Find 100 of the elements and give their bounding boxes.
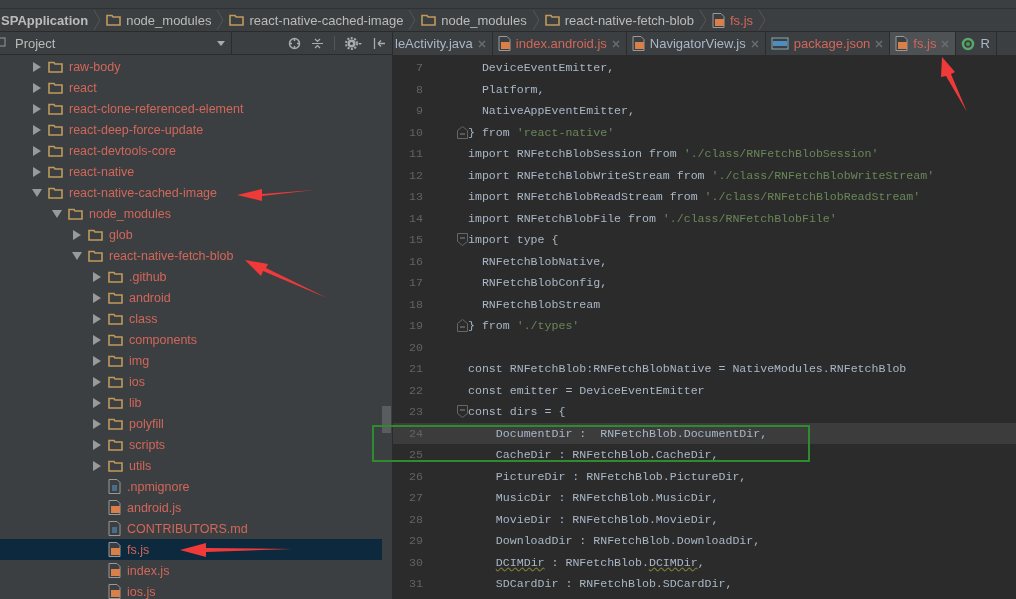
tree-item[interactable]: lib	[0, 392, 382, 413]
tree-item[interactable]: react-native-fetch-blob	[0, 245, 382, 266]
fold-icon[interactable]	[457, 233, 468, 247]
editor-tab[interactable]: fs.js	[890, 32, 957, 55]
editor-tab[interactable]: leActivity.java	[393, 32, 493, 55]
tree-item[interactable]: android.js	[0, 497, 382, 518]
text-file-icon	[108, 479, 121, 494]
folder-icon	[108, 354, 123, 367]
code-line: import RNFetchBlobFile from './class/RNFetchBlobFile'	[468, 211, 837, 225]
tree-item[interactable]: scripts	[0, 434, 382, 455]
tree-item[interactable]: react	[0, 77, 382, 98]
fold-icon[interactable]	[457, 405, 468, 419]
breadcrumb-item[interactable]: fs.js	[730, 12, 754, 28]
collapsed-arrow-icon[interactable]	[92, 397, 102, 408]
collapsed-arrow-icon[interactable]	[92, 292, 102, 303]
tree-item[interactable]: components	[0, 329, 382, 350]
tree-item[interactable]: fs.js	[0, 539, 382, 560]
code-line: DownloadDir : RNFetchBlob.DownloadDir,	[494, 534, 761, 548]
editor-tab[interactable]: R	[956, 32, 997, 55]
line-number: 25	[408, 448, 423, 462]
breadcrumb-item[interactable]: SPApplication	[1, 12, 89, 28]
tree-item[interactable]: react-clone-referenced-element	[0, 98, 382, 119]
folder-icon	[108, 396, 123, 409]
breadcrumb-item[interactable]: node_modules	[126, 12, 212, 28]
tree-item[interactable]: react-devtools-core	[0, 140, 382, 161]
editor-tab[interactable]: index.android.js	[492, 32, 627, 55]
code-line: import RNFetchBlobSession from './class/RNFetchBlobSession'	[468, 147, 879, 161]
tree-item[interactable]: CONTRIBUTORS.md	[0, 518, 382, 539]
breadcrumb-item[interactable]: react-native-cached-image	[249, 12, 404, 28]
tree-item[interactable]: glob	[0, 224, 382, 245]
tree-item[interactable]: raw-body	[0, 56, 382, 77]
collapsed-arrow-icon[interactable]	[92, 439, 102, 450]
code-line: PictureDir : RNFetchBlob.PictureDir,	[494, 469, 747, 483]
code-line: SDCardDir : RNFetchBlob.SDCardDir,	[494, 577, 733, 591]
folder-icon	[108, 291, 123, 304]
collapsed-arrow-icon[interactable]	[92, 355, 102, 366]
folder-icon	[48, 60, 63, 73]
line-number: 12	[408, 168, 423, 182]
tree-item[interactable]: class	[0, 308, 382, 329]
locate-icon[interactable]	[288, 36, 301, 50]
collapsed-arrow-icon[interactable]	[92, 418, 102, 429]
expanded-arrow-icon[interactable]	[32, 187, 42, 198]
tree-item[interactable]: react-native-cached-image	[0, 182, 382, 203]
line-number: 17	[408, 276, 423, 290]
tree-item[interactable]: android	[0, 287, 382, 308]
fold-icon[interactable]	[457, 125, 468, 139]
collapsed-arrow-icon[interactable]	[92, 271, 102, 282]
folder-icon	[108, 333, 123, 346]
code-line: const emitter = DeviceEventEmitter	[468, 383, 705, 397]
tree-item[interactable]: react-deep-force-update	[0, 119, 382, 140]
scrollbar-thumb[interactable]	[382, 406, 391, 433]
collapsed-arrow-icon[interactable]	[92, 460, 102, 471]
folder-icon	[544, 14, 560, 26]
editor-tab[interactable]: NavigatorView.js	[626, 32, 766, 55]
tree-item[interactable]: react-native	[0, 161, 382, 182]
close-icon[interactable]	[611, 39, 620, 48]
collapsed-arrow-icon[interactable]	[92, 334, 102, 345]
run-config-icon	[961, 36, 976, 51]
close-icon[interactable]	[477, 39, 486, 48]
hide-panel-icon[interactable]	[373, 36, 386, 50]
breadcrumb-item[interactable]: node_modules	[441, 12, 527, 28]
editor-tab[interactable]: package.json	[765, 32, 891, 55]
fold-icon[interactable]	[457, 319, 468, 333]
folder-icon	[68, 207, 83, 220]
breadcrumb-item[interactable]: react-native-fetch-blob	[564, 12, 694, 28]
chevron-icon	[408, 9, 417, 31]
expanded-arrow-icon[interactable]	[52, 208, 62, 219]
js-file-icon	[497, 36, 511, 51]
folder-icon	[106, 14, 122, 26]
settings-icon[interactable]	[345, 36, 363, 50]
code-line: const dirs = {	[468, 405, 566, 419]
folder-icon	[48, 186, 63, 199]
collapsed-arrow-icon[interactable]	[32, 124, 42, 135]
tree-item[interactable]: polyfill	[0, 413, 382, 434]
collapsed-arrow-icon[interactable]	[32, 61, 42, 72]
line-number: 16	[408, 254, 423, 268]
collapsed-arrow-icon[interactable]	[32, 145, 42, 156]
collapsed-arrow-icon[interactable]	[32, 103, 42, 114]
project-view-dropdown[interactable]: Project	[6, 32, 232, 54]
tree-item[interactable]: index.js	[0, 560, 382, 581]
close-icon[interactable]	[875, 39, 884, 48]
folder-icon	[108, 312, 123, 325]
tree-item[interactable]: .npmignore	[0, 476, 382, 497]
tree-item[interactable]: ios.js	[0, 581, 382, 599]
collapsed-arrow-icon[interactable]	[72, 229, 82, 240]
tree-item[interactable]: utils	[0, 455, 382, 476]
collapsed-arrow-icon[interactable]	[32, 166, 42, 177]
collapsed-arrow-icon[interactable]	[92, 376, 102, 387]
tree-item[interactable]: img	[0, 350, 382, 371]
close-icon[interactable]	[750, 39, 759, 48]
expanded-arrow-icon[interactable]	[72, 250, 82, 261]
tree-item[interactable]: ios	[0, 371, 382, 392]
json-file-icon	[770, 37, 789, 50]
collapsed-arrow-icon[interactable]	[92, 313, 102, 324]
collapse-all-icon[interactable]	[311, 36, 324, 50]
collapsed-arrow-icon[interactable]	[32, 82, 42, 93]
tree-item[interactable]: node_modules	[0, 203, 382, 224]
chevron-icon	[531, 9, 540, 31]
js-file-icon	[631, 36, 645, 51]
tree-item[interactable]: .github	[0, 266, 382, 287]
